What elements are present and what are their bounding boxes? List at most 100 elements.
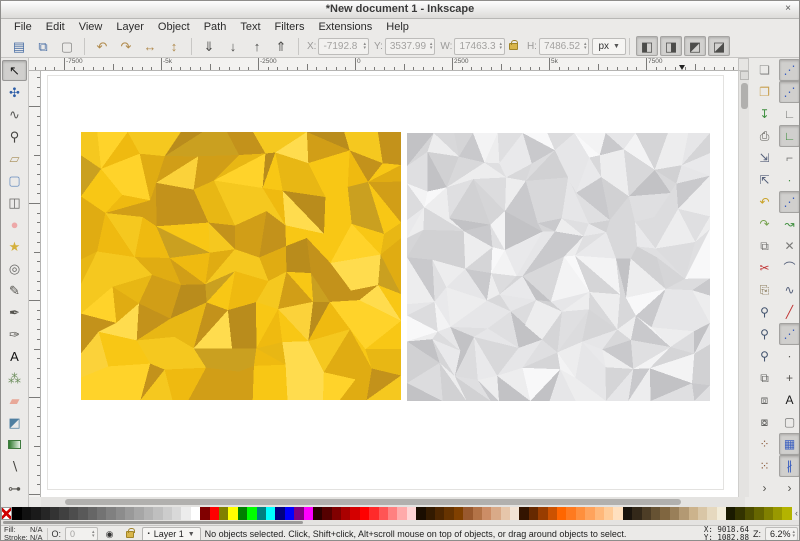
pencil-tool-button[interactable]: ✎: [2, 280, 27, 301]
gray-lowpoly-image[interactable]: [407, 133, 710, 401]
palette-swatch[interactable]: [623, 507, 632, 520]
palette-swatch[interactable]: [360, 507, 369, 520]
select-all-layers-button[interactable]: ⧉: [32, 36, 54, 56]
palette-swatch[interactable]: [116, 507, 125, 520]
palette-swatch[interactable]: [735, 507, 744, 520]
palette-swatch[interactable]: [172, 507, 181, 520]
palette-swatch[interactable]: [642, 507, 651, 520]
menu-view[interactable]: View: [72, 20, 110, 34]
palette-swatch[interactable]: [285, 507, 294, 520]
vscroll-thumb[interactable]: [741, 83, 748, 109]
affect-gradients-toggle-button[interactable]: ◩: [684, 36, 706, 56]
eraser-tool-button[interactable]: ▰: [2, 390, 27, 411]
open-document-button[interactable]: ❐: [754, 81, 775, 103]
palette-swatch[interactable]: [689, 507, 698, 520]
palette-swatch[interactable]: [416, 507, 425, 520]
align-dialog-button[interactable]: ⁙: [754, 455, 775, 477]
selector-tool-button[interactable]: ↖: [2, 60, 27, 81]
rectangle-tool-button[interactable]: ▢: [2, 170, 27, 191]
menu-extensions[interactable]: Extensions: [311, 20, 379, 34]
palette-swatch[interactable]: [501, 507, 510, 520]
palette-swatch[interactable]: [332, 507, 341, 520]
snap-grid-button[interactable]: ▦: [779, 433, 800, 455]
snap-line-midpoints-button[interactable]: ╱: [779, 301, 800, 323]
rotate-cw-button[interactable]: ↷: [115, 36, 137, 56]
palette-scroll-arrow[interactable]: ‹: [792, 507, 800, 520]
snap-text-baseline-button[interactable]: A: [779, 389, 800, 411]
vertical-ruler[interactable]: [29, 71, 41, 497]
palette-swatch[interactable]: [576, 507, 585, 520]
palette-swatch[interactable]: [12, 507, 21, 520]
snap-object-centers-button[interactable]: ∙: [779, 345, 800, 367]
palette-swatch[interactable]: [482, 507, 491, 520]
gradient-tool-button[interactable]: [2, 434, 27, 455]
palette-swatch[interactable]: [585, 507, 594, 520]
flip-horizontal-button[interactable]: ↔: [139, 36, 161, 56]
snap-nodes-button[interactable]: ⋰: [779, 191, 800, 213]
affect-stroke-toggle-button[interactable]: ◧: [636, 36, 658, 56]
palette-swatch[interactable]: [228, 507, 237, 520]
spinner-arrows[interactable]: ▴▾: [430, 42, 433, 50]
save-document-button[interactable]: ↧: [754, 103, 775, 125]
commands-expander-button[interactable]: ›: [754, 477, 775, 499]
palette-swatch[interactable]: [566, 507, 575, 520]
palette-swatch[interactable]: [613, 507, 622, 520]
palette-swatch[interactable]: [407, 507, 416, 520]
palette-swatch[interactable]: [679, 507, 688, 520]
rotate-ccw-button[interactable]: ↶: [91, 36, 113, 56]
palette-swatch[interactable]: [557, 507, 566, 520]
palette-swatch[interactable]: [200, 507, 209, 520]
spray-tool-button[interactable]: ⁂: [2, 368, 27, 389]
snap-cusp-nodes-button[interactable]: ⌒: [779, 257, 800, 279]
hscroll-thumb[interactable]: [65, 499, 681, 505]
palette-swatch[interactable]: [59, 507, 68, 520]
current-layer-dropdown[interactable]: ▪ Layer 1 ▼: [142, 527, 201, 541]
palette-swatch[interactable]: [275, 507, 284, 520]
menu-edit[interactable]: Edit: [39, 20, 72, 34]
ellipse-tool-button[interactable]: ●: [2, 214, 27, 235]
palette-swatch[interactable]: [22, 507, 31, 520]
palette-swatch[interactable]: [454, 507, 463, 520]
fill-stroke-indicator[interactable]: Fill: N/A Stroke: N/A: [4, 526, 43, 541]
duplicate-button[interactable]: ⧉: [754, 367, 775, 389]
palette-swatch[interactable]: [510, 507, 519, 520]
y-field[interactable]: 3537.99▴▾: [385, 38, 436, 55]
palette-swatch[interactable]: [266, 507, 275, 520]
palette-swatch[interactable]: [660, 507, 669, 520]
palette-scroll-thumb[interactable]: [3, 521, 303, 524]
lower-to-bottom-button[interactable]: ⇓: [198, 36, 220, 56]
copy-button[interactable]: ⧉: [754, 235, 775, 257]
star-tool-button[interactable]: ★: [2, 236, 27, 257]
vertical-scrollbar[interactable]: [738, 71, 749, 497]
print-document-button[interactable]: ⎙: [754, 125, 775, 147]
ruler-corner-button[interactable]: [738, 58, 749, 71]
undo-button[interactable]: ↶: [754, 191, 775, 213]
snap-bounding-box-button[interactable]: ⋰: [779, 81, 800, 103]
menu-path[interactable]: Path: [197, 20, 234, 34]
palette-swatch[interactable]: [69, 507, 78, 520]
zoom-drawing-button[interactable]: ⚲: [754, 323, 775, 345]
flip-vertical-button[interactable]: ↕: [163, 36, 185, 56]
lock-ratio-icon[interactable]: [509, 43, 518, 50]
cut-button[interactable]: ✂: [754, 257, 775, 279]
menu-layer[interactable]: Layer: [109, 20, 151, 34]
palette-swatch[interactable]: [125, 507, 134, 520]
horizontal-scrollbar[interactable]: [41, 497, 745, 507]
palette-swatch[interactable]: [698, 507, 707, 520]
palette-swatch[interactable]: [726, 507, 735, 520]
palette-swatch[interactable]: [322, 507, 331, 520]
palette-swatch[interactable]: [538, 507, 547, 520]
raise-to-top-button[interactable]: ⇑: [270, 36, 292, 56]
palette-swatch[interactable]: [764, 507, 773, 520]
palette-swatch[interactable]: [435, 507, 444, 520]
connector-tool-button[interactable]: ⊶: [2, 478, 27, 499]
palette-swatch[interactable]: [491, 507, 500, 520]
palette-swatch[interactable]: [219, 507, 228, 520]
node-tool-button[interactable]: ✣: [2, 82, 27, 103]
zoom-selection-button[interactable]: ⚲: [754, 301, 775, 323]
palette-swatch[interactable]: [529, 507, 538, 520]
palette-swatch[interactable]: [707, 507, 716, 520]
palette-swatch[interactable]: [651, 507, 660, 520]
palette-swatch[interactable]: [341, 507, 350, 520]
palette-swatch[interactable]: [238, 507, 247, 520]
